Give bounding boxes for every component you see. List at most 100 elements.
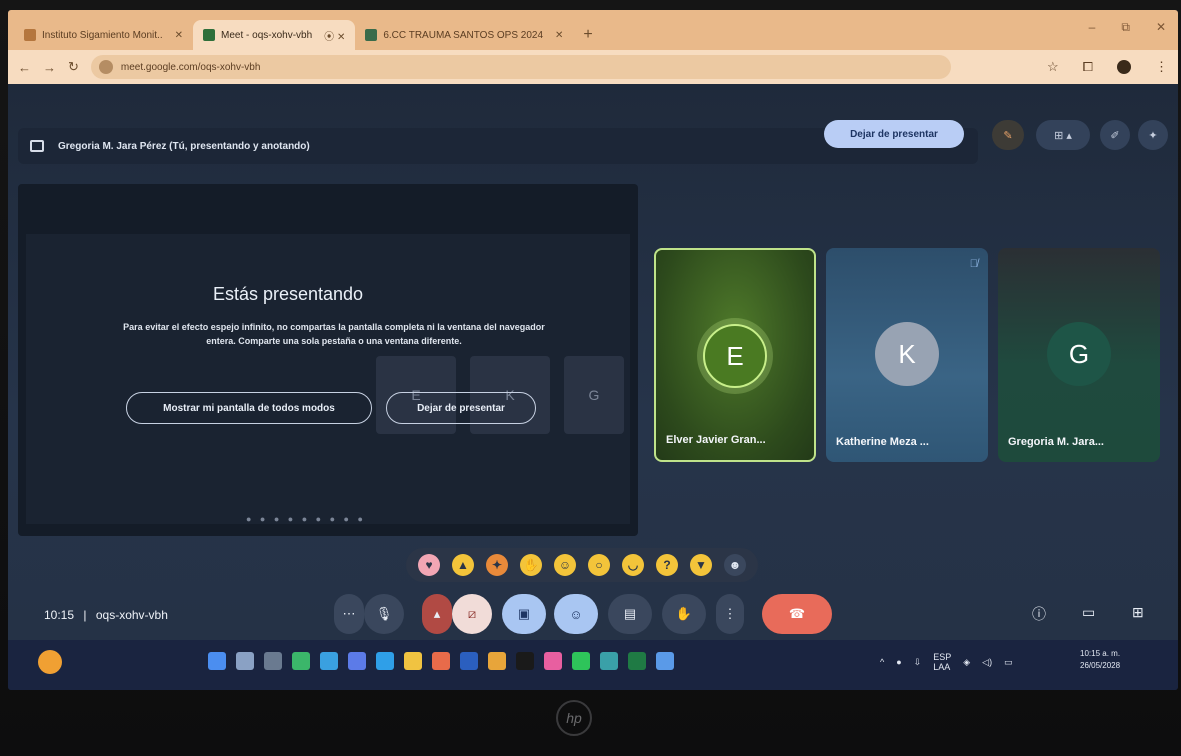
taskbar-clock[interactable]: 10:15 a. m. 26/05/2028 <box>1080 648 1120 672</box>
extensions-icon[interactable]: ⧠ <box>1083 59 1093 75</box>
mic-off-icon: 🎙̸ <box>969 258 978 270</box>
pen-icon[interactable]: ✐ <box>1100 120 1130 150</box>
clap-icon[interactable]: ✋ <box>520 554 542 576</box>
participant-tile-katherine[interactable]: 🎙̸ K Katherine Meza ... <box>826 248 988 462</box>
search-icon[interactable] <box>236 652 254 670</box>
chrome-icon[interactable] <box>488 652 506 670</box>
weather-widget-icon[interactable] <box>38 650 62 674</box>
instagram-icon[interactable] <box>544 652 562 670</box>
laugh-icon[interactable]: ☺ <box>554 554 576 576</box>
thumbs-up-icon[interactable]: ▲ <box>452 554 474 576</box>
activities-grid-icon[interactable]: ⊞ <box>1132 604 1144 621</box>
captions-icon[interactable]: ▤ <box>608 594 652 634</box>
pin-icon[interactable]: ✦ <box>1138 120 1168 150</box>
tearful-icon[interactable]: ◡ <box>622 554 644 576</box>
browser-tab-bar: Instituto Sigamiento Monit.. ✕ Meet - oq… <box>8 10 1178 50</box>
layout-dropdown-icon[interactable]: ⊞ ▴ <box>1036 120 1090 150</box>
new-tab-button[interactable]: + <box>573 26 602 50</box>
file-explorer-icon[interactable] <box>404 652 422 670</box>
spotify-icon[interactable] <box>572 652 590 670</box>
menu-kebab-icon[interactable]: ⋮ <box>1155 59 1168 75</box>
window-controls: – ⧉ ✕ <box>1089 20 1166 35</box>
tab-trauma[interactable]: 6.CC TRAUMA SANTOS OPS 2024 ✕ <box>355 20 573 50</box>
tab-meet[interactable]: Meet - oqs-xohv-vbh ⦿ ✕ <box>193 20 356 50</box>
store-icon[interactable] <box>432 652 450 670</box>
edge-icon[interactable] <box>376 652 394 670</box>
system-tray: ^ ● ⇩ ESP LAA ◈ ◁) ▭ <box>880 652 1013 672</box>
emoji-reactions-icon[interactable]: ☺ <box>554 594 598 634</box>
tab-instituto[interactable]: Instituto Sigamiento Monit.. ✕ <box>14 20 193 50</box>
chat-icon[interactable]: ▭ <box>1082 604 1095 621</box>
preview-stop-presenting-button[interactable]: Dejar de presentar <box>386 392 536 424</box>
avatar: E <box>703 324 767 388</box>
presenting-title: Estás presentando <box>212 284 364 304</box>
address-bar-row: ← → ↻ meet.google.com/oqs-xohv-vbh ☆ ⧠ ⋮ <box>8 50 1178 84</box>
participant-tile-gregoria[interactable]: G Gregoria M. Jara... <box>998 248 1160 462</box>
party-popper-icon[interactable]: ✦ <box>486 554 508 576</box>
close-tab-icon[interactable]: ✕ <box>555 30 563 41</box>
tray-usb-icon[interactable]: ⇩ <box>914 657 922 668</box>
close-tab-icon[interactable]: ⦿ ✕ <box>324 28 345 43</box>
language-indicator[interactable]: ESP LAA <box>933 652 951 672</box>
meet-favicon-icon <box>203 29 216 41</box>
add-reaction-icon[interactable]: ☻ <box>724 554 746 576</box>
more-options-icon[interactable]: ⋮ <box>716 594 744 634</box>
participant-tile-elver[interactable]: E Elver Javier Gran... <box>654 248 816 462</box>
forward-icon[interactable]: → <box>43 60 56 75</box>
site-info-icon[interactable] <box>98 60 113 74</box>
meeting-details-icon[interactable]: ⓘ <box>1032 604 1046 624</box>
thumbs-down-icon[interactable]: ▼ <box>690 554 712 576</box>
language-sub: LAA <box>933 662 951 672</box>
word-icon[interactable] <box>460 652 478 670</box>
surprised-icon[interactable]: ○ <box>588 554 610 576</box>
camera-off-icon[interactable]: ⧄ <box>452 594 492 634</box>
minimize-icon[interactable]: – <box>1089 20 1096 35</box>
screen: Instituto Sigamiento Monit.. ✕ Meet - oq… <box>8 10 1178 690</box>
network-icon[interactable]: ◈ <box>963 657 970 668</box>
close-window-icon[interactable]: ✕ <box>1156 20 1166 35</box>
preview-inner: E K G ● ● ● ● ● ● ● ● ● <box>26 234 630 524</box>
close-tab-icon[interactable]: ✕ <box>175 30 183 41</box>
photos-icon[interactable] <box>600 652 618 670</box>
heart-icon[interactable]: ♥ <box>418 554 440 576</box>
participant-name: Katherine Meza ... <box>836 436 929 448</box>
camera-options-chevron-icon[interactable]: ▴ <box>422 594 452 634</box>
hp-logo: hp <box>556 700 592 736</box>
task-view-icon[interactable] <box>264 652 282 670</box>
present-screen-icon[interactable]: ▣ <box>502 594 546 634</box>
tiktok-icon[interactable] <box>516 652 534 670</box>
taskbar-apps <box>208 652 674 670</box>
language-code: ESP <box>933 652 952 662</box>
show-hidden-icons-icon[interactable]: ^ <box>880 657 884 667</box>
annotate-toggle-icon[interactable]: ✎ <box>992 120 1024 150</box>
tray-app-icon[interactable]: ● <box>896 657 901 667</box>
more-audio-options-icon[interactable]: ⋯ <box>334 594 364 634</box>
thinking-icon[interactable]: ? <box>656 554 678 576</box>
url-field[interactable]: meet.google.com/oqs-xohv-vbh <box>90 55 951 79</box>
leave-call-icon[interactable]: ☎ <box>762 594 832 634</box>
battery-icon[interactable]: ▭ <box>1004 657 1013 668</box>
teams-icon[interactable] <box>348 652 366 670</box>
microphone-icon[interactable]: 🎙 <box>364 594 404 634</box>
tab-favicon-icon <box>24 29 36 41</box>
profile-avatar-icon[interactable] <box>1117 60 1131 74</box>
raise-hand-icon[interactable]: ✋ <box>662 594 706 634</box>
stop-presenting-button[interactable]: Dejar de presentar <box>824 120 964 148</box>
excel-icon[interactable] <box>628 652 646 670</box>
chrome-active-icon[interactable] <box>656 652 674 670</box>
widgets-icon[interactable] <box>320 652 338 670</box>
restore-icon[interactable]: ⧉ <box>1121 20 1130 35</box>
participant-name: Elver Javier Gran... <box>666 434 766 446</box>
presenting-status-text: Gregoria M. Jara Pérez (Tú, presentando … <box>58 140 310 152</box>
back-icon[interactable]: ← <box>18 60 31 75</box>
start-icon[interactable] <box>208 652 226 670</box>
shared-screen-preview: E K G ● ● ● ● ● ● ● ● ● Estás presentand… <box>18 184 638 536</box>
volume-icon[interactable]: ◁) <box>982 657 992 668</box>
bookmark-star-icon[interactable]: ☆ <box>1047 59 1059 75</box>
clock-time: 10:15 a. m. <box>1080 649 1121 658</box>
chat-app-icon[interactable] <box>292 652 310 670</box>
participant-name: Gregoria M. Jara... <box>1008 436 1104 448</box>
clock-date: 26/05/2028 <box>1080 661 1121 670</box>
show-screen-anyway-button[interactable]: Mostrar mi pantalla de todos modos <box>126 392 372 424</box>
reload-icon[interactable]: ↻ <box>68 59 79 75</box>
